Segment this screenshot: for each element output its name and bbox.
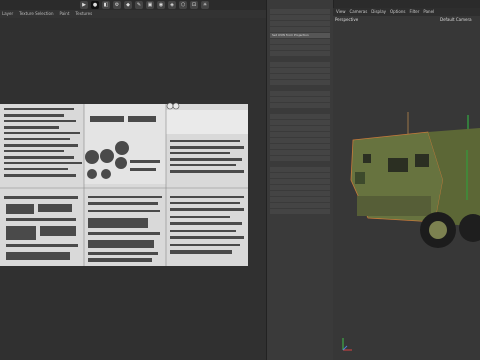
panel-item[interactable]: [270, 45, 330, 50]
panel-item[interactable]: [270, 51, 330, 56]
panel-item[interactable]: [270, 185, 330, 190]
uv-layout: [0, 102, 248, 266]
panel-item[interactable]: [270, 197, 330, 202]
menu-display[interactable]: Display: [371, 8, 386, 16]
panel-item[interactable]: [270, 39, 330, 44]
subdivide-icon[interactable]: ▣: [146, 1, 154, 9]
menu-filter[interactable]: Filter: [409, 8, 419, 16]
deformer-icon[interactable]: ◈: [168, 1, 176, 9]
panel-item[interactable]: [270, 150, 330, 155]
cube-icon[interactable]: ◆: [124, 1, 132, 9]
camera-name: Default Camera: [440, 17, 472, 22]
panel-item[interactable]: [270, 103, 330, 108]
menu-texture-selection[interactable]: Texture Selection: [19, 10, 53, 18]
uv-menu-bar: Layer Texture Selection Paint Textures: [0, 10, 92, 18]
panel-item[interactable]: [270, 114, 330, 119]
panel-item[interactable]: [270, 62, 330, 67]
view-name: Perspective: [335, 17, 359, 22]
panel-item[interactable]: [270, 138, 330, 143]
menu-cameras[interactable]: Cameras: [350, 8, 368, 16]
menu-panel[interactable]: Panel: [423, 8, 434, 16]
scene-icon[interactable]: ⬡: [179, 1, 187, 9]
render-icon[interactable]: ◧: [102, 1, 110, 9]
render-settings-icon[interactable]: ⚙: [113, 1, 121, 9]
panel-item[interactable]: [270, 74, 330, 79]
menu-paint[interactable]: Paint: [60, 10, 70, 18]
panel-item[interactable]: [270, 173, 330, 178]
menu-options[interactable]: Options: [390, 8, 405, 16]
panel-item[interactable]: [270, 144, 330, 149]
panel-item[interactable]: [270, 132, 330, 137]
panel-item[interactable]: [270, 97, 330, 102]
command-panel: Set UVW from Projection: [266, 0, 334, 360]
panel-item[interactable]: [270, 167, 330, 172]
truck-model[interactable]: [333, 110, 480, 260]
menu-textures[interactable]: Textures: [75, 10, 92, 18]
set-uvw-from-projection-item[interactable]: Set UVW from Projection: [270, 33, 330, 38]
axis-gizmo-icon: [342, 338, 352, 351]
panel-item[interactable]: [270, 203, 330, 208]
panel-item[interactable]: [270, 120, 330, 125]
panel-item[interactable]: [270, 209, 330, 214]
panel-item[interactable]: [270, 91, 330, 96]
panel-item[interactable]: [270, 15, 330, 20]
cloner-icon[interactable]: ◉: [157, 1, 165, 9]
panel-item[interactable]: [270, 27, 330, 32]
panel-item[interactable]: [270, 126, 330, 131]
viewport-menu-bar: View Cameras Display Options Filter Pane…: [333, 8, 480, 16]
panel-item[interactable]: [270, 179, 330, 184]
panel-item[interactable]: [270, 68, 330, 73]
icon-strip: ▶ ● ◧ ⚙ ◆ ✎ ▣ ◉ ◈ ⬡ ⊡ ☀: [80, 0, 209, 9]
panel-item[interactable]: [270, 9, 330, 14]
panel-item[interactable]: [270, 191, 330, 196]
light-icon[interactable]: ☀: [201, 1, 209, 9]
panel-item[interactable]: [270, 80, 330, 85]
pen-icon[interactable]: ✎: [135, 1, 143, 9]
play-icon[interactable]: ▶: [80, 1, 88, 9]
menu-view[interactable]: View: [336, 8, 346, 16]
panel-item[interactable]: [270, 21, 330, 26]
panel-item[interactable]: [270, 156, 330, 161]
record-icon[interactable]: ●: [91, 1, 99, 9]
menu-layer[interactable]: Layer: [2, 10, 13, 18]
camera-icon[interactable]: ⊡: [190, 1, 198, 9]
